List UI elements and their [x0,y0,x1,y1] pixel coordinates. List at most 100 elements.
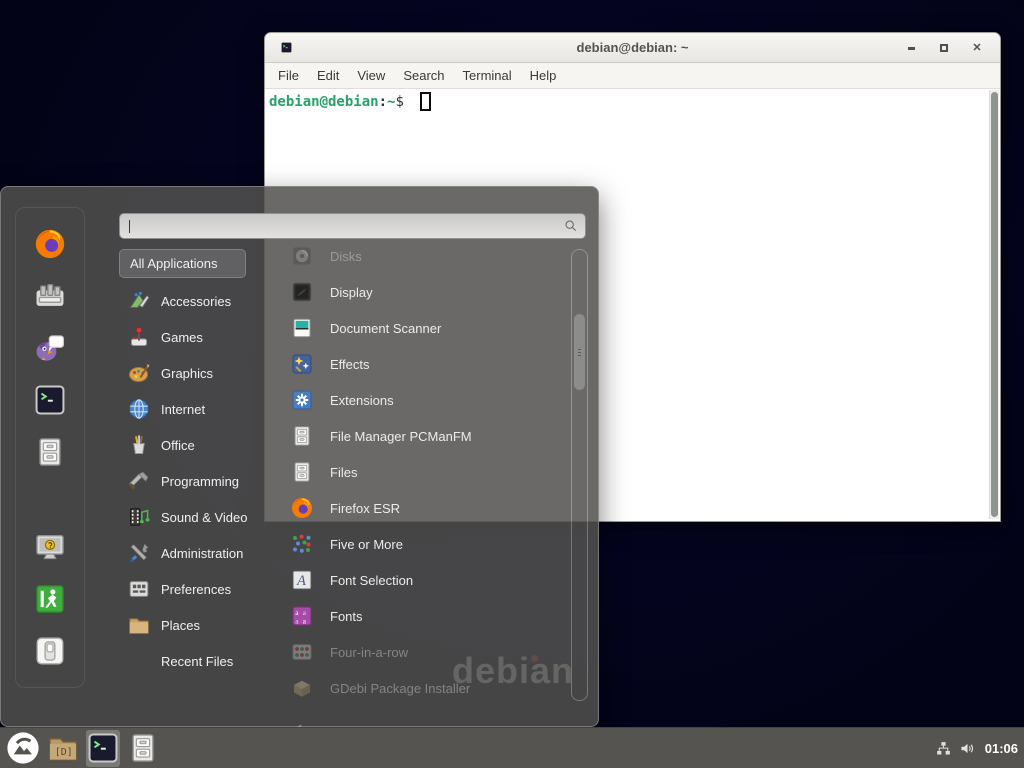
app-label: Fonts [330,609,363,624]
category-label: All Applications [130,256,217,271]
maximize-icon [940,44,948,52]
category-label: Graphics [161,366,213,381]
favorite-file-cabinet-button[interactable] [32,436,68,472]
terminal-menu-terminal[interactable]: Terminal [454,65,521,86]
app-item-document-scanner[interactable]: Document Scanner [286,310,566,346]
terminal-title: debian@debian: ~ [265,40,1000,55]
app-label: Firefox ESR [330,501,400,516]
category-item-administration[interactable]: Administration [119,535,279,571]
app-label: Files [330,465,357,480]
app-list-scrollbar-thumb[interactable] [574,314,585,390]
application-menu: All Applications Accessories Games Graphics… [0,186,599,727]
app-item-fonts[interactable]: aaaa Fonts [286,598,566,634]
shutdown-icon [33,634,67,673]
programming-icon [127,469,151,493]
terminal-scrollbar-thumb[interactable] [991,92,998,517]
favorite-logout-button[interactable] [32,583,68,619]
svg-text:A: A [296,573,306,589]
favorite-pidgin-button[interactable] [32,332,68,368]
accessories-icon [127,289,151,313]
show-desktop-button[interactable]: [D] [46,730,80,767]
svg-text:[D]: [D] [55,747,73,758]
volume-icon[interactable] [959,740,976,757]
app-label: Extensions [330,393,394,408]
category-item-programming[interactable]: Programming [119,463,279,499]
firefox-icon [33,227,67,266]
network-icon[interactable] [935,740,952,757]
app-label: Five or More [330,537,403,552]
category-item-accessories[interactable]: Accessories [119,283,279,319]
app-item-files[interactable]: Files [286,454,566,490]
app-item-display[interactable]: Display [286,274,566,310]
favorite-screensaver-button[interactable] [32,531,68,567]
app-list-scrollbar[interactable] [571,249,588,701]
favorite-control-center-button[interactable] [32,280,68,316]
favorites-panel [15,207,85,688]
category-label: Accessories [161,294,231,309]
category-item-all-applications[interactable]: All Applications [119,249,246,278]
terminal-menu-edit[interactable]: Edit [308,65,348,86]
favorite-terminal-button[interactable] [32,384,68,420]
app-label: Display [330,285,373,300]
disks-icon [290,244,314,268]
search-input[interactable] [119,213,586,239]
minimize-button[interactable] [902,39,920,57]
app-label: Four-in-a-row [330,645,408,660]
category-item-preferences[interactable]: Preferences [119,571,279,607]
favorite-shutdown-button[interactable] [32,635,68,671]
terminal-icon [33,383,67,422]
firefox-icon [290,496,314,520]
category-item-graphics[interactable]: Graphics [119,355,279,391]
fonts-icon: aaaa [290,604,314,628]
category-label: Administration [161,546,243,561]
app-item-file-manager-pcmanfm[interactable]: File Manager PCManFM [286,418,566,454]
app-label: Effects [330,357,370,372]
terminal-menu-view[interactable]: View [348,65,394,86]
app-label: Font Selection [330,573,413,588]
text-caret [129,220,130,233]
terminal-menu-help[interactable]: Help [521,65,566,86]
app-label: GDebi Package Installer [330,681,470,696]
window-list-terminal-button[interactable] [86,730,120,767]
terminal-scrollbar[interactable] [989,90,999,519]
document-scanner-icon [290,316,314,340]
internet-icon [127,397,151,421]
category-item-sound-video[interactable]: Sound & Video [119,499,279,535]
category-item-office[interactable]: Office [119,427,279,463]
preferences-icon [127,577,151,601]
clock[interactable]: 01:06 [985,741,1018,756]
app-item-firefox-esr[interactable]: Firefox ESR [286,490,566,526]
terminal-menu-file[interactable]: File [269,65,308,86]
prompt-path: ~ [387,94,395,110]
menu-button[interactable] [6,730,40,767]
category-label: Office [161,438,195,453]
close-button[interactable]: ✕ [968,39,986,57]
prompt-separator: : [379,94,387,110]
terminal-icon [86,731,120,765]
taskbar-panel: [D] 01:06 [0,727,1024,768]
app-item-extensions[interactable]: Extensions [286,382,566,418]
terminal-titlebar[interactable]: debian@debian: ~ ✕ [265,33,1000,63]
app-item-disks: Disks [286,238,566,274]
app-item-font-selection[interactable]: A Font Selection [286,562,566,598]
category-item-games[interactable]: Games [119,319,279,355]
file-cabinet-icon [290,460,314,484]
office-icon [127,433,151,457]
files-launcher-button[interactable] [126,730,160,767]
app-item-effects[interactable]: Effects [286,346,566,382]
category-item-internet[interactable]: Internet [119,391,279,427]
effects-icon [290,352,314,376]
terminal-cursor [420,92,431,111]
category-item-recent-files[interactable]: Recent Files [119,643,279,679]
terminal-menu-search[interactable]: Search [394,65,453,86]
window-controls: ✕ [902,33,986,63]
system-tray: 01:06 [935,740,1024,757]
app-item-five-or-more[interactable]: Five or More [286,526,566,562]
maximize-button[interactable] [935,39,953,57]
app-label: Document Scanner [330,321,441,336]
minimize-icon [908,47,915,50]
four-in-a-row-icon [290,640,314,664]
category-item-places[interactable]: Places [119,607,279,643]
favorite-firefox-button[interactable] [32,228,68,264]
terminal-menubar: FileEditViewSearchTerminalHelp [265,63,1000,89]
